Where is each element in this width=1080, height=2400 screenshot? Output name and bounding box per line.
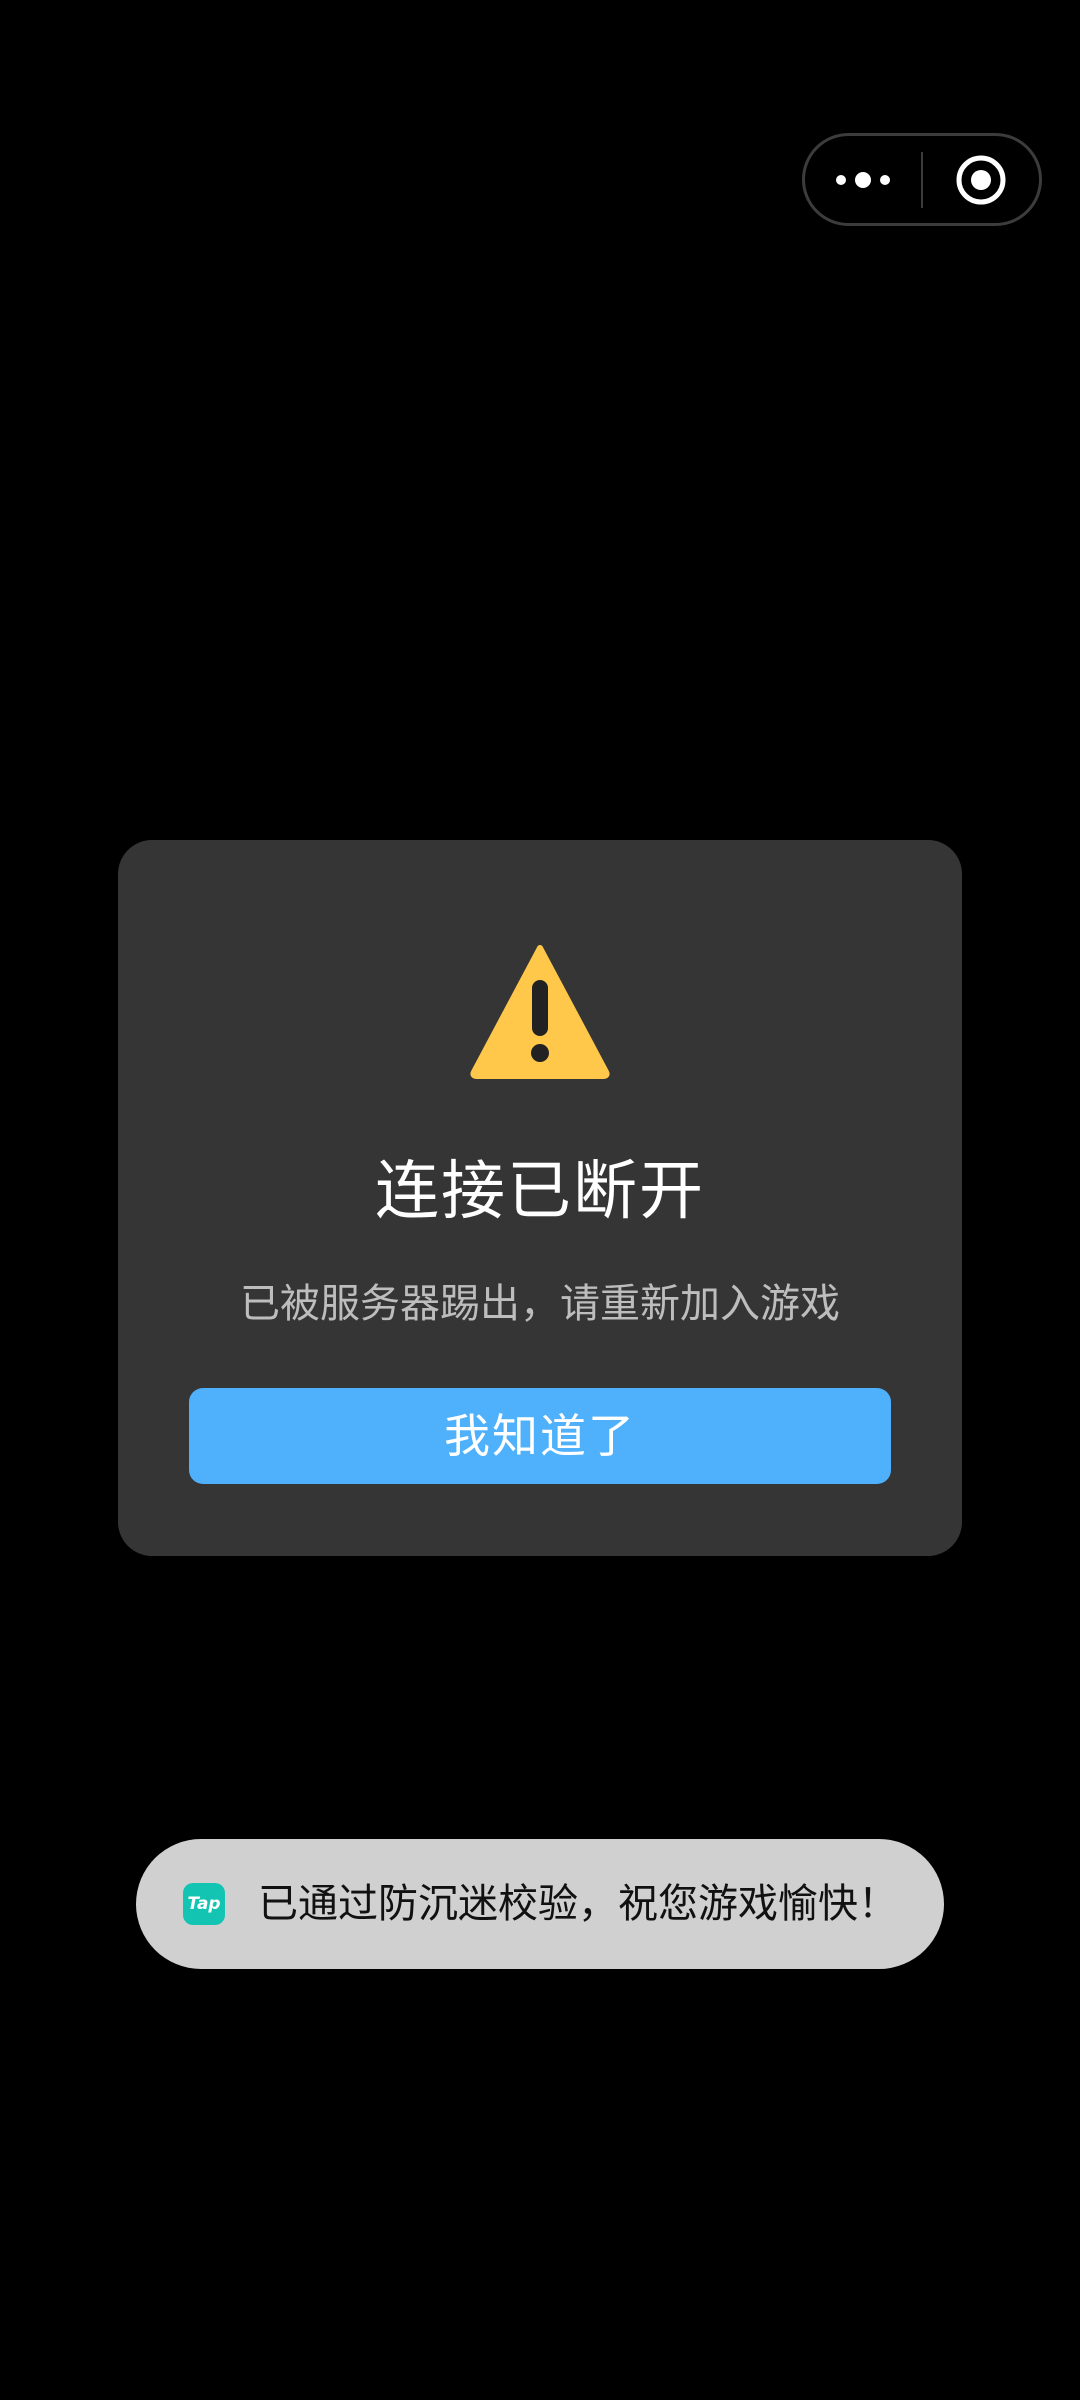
more-button[interactable] [805,136,921,223]
target-circle-icon [956,155,1006,204]
warning-triangle-icon [470,945,610,1079]
close-button[interactable] [923,136,1039,223]
dialog-title: 连接已断开 [375,1155,705,1229]
more-dots-icon [836,171,890,188]
toast-message: 已通过防沉迷校验，祝您游戏愉快！ [258,1881,898,1927]
tap-logo-icon: Tap [183,1883,225,1925]
disconnect-dialog: 连接已断开 已被服务器踢出，请重新加入游戏 我知道了 [118,840,962,1556]
confirm-button[interactable]: 我知道了 [189,1388,891,1484]
screen: 连接已断开 已被服务器踢出，请重新加入游戏 我知道了 Tap 已通过防沉迷校验，… [0,0,1080,2400]
anti-addiction-toast: Tap 已通过防沉迷校验，祝您游戏愉快！ [136,1839,944,1969]
mini-program-capsule [802,133,1042,226]
dialog-message: 已被服务器踢出，请重新加入游戏 [240,1281,840,1327]
